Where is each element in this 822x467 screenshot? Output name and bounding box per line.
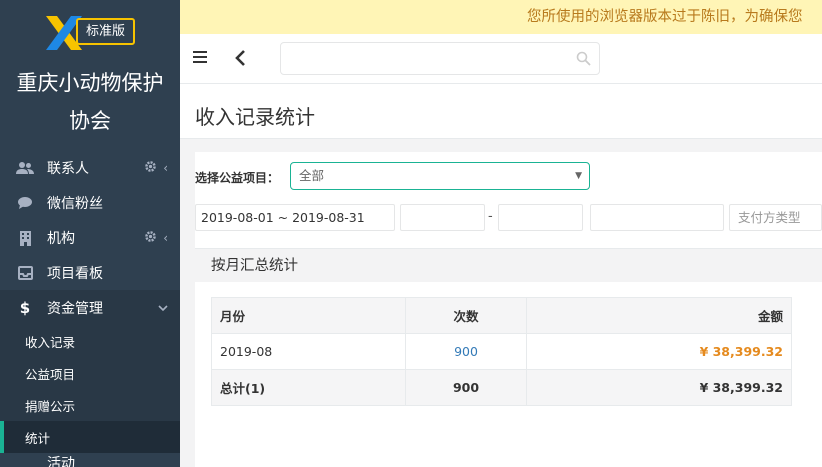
chat-bubble-icon <box>16 194 34 212</box>
sidebar-subitem-donation-publicity[interactable]: 捐赠公示 <box>0 389 180 421</box>
org-name: 重庆小动物保护 协会 <box>0 64 180 140</box>
sidebar-item-fund-management[interactable]: $ 资金管理 <box>0 290 180 325</box>
sidebar-item-label: 联系人 <box>47 160 89 177</box>
brand-logo: 标准版 <box>44 14 144 52</box>
cell-month: 2019-08 <box>211 333 406 370</box>
back-arrow-icon[interactable] <box>233 49 249 67</box>
sidebar-menu: 联系人 ‹ 微信粉丝 机构 ‹ 项目看板 $ 资金管理 收入记录 公益项目 捐赠… <box>0 150 180 467</box>
search-input[interactable] <box>281 43 561 74</box>
inbox-icon <box>16 264 34 282</box>
sidebar-item-label: 微信粉丝 <box>47 195 103 212</box>
total-label: 总计(1) <box>211 369 406 406</box>
caret-down-icon: ▼ <box>575 171 582 181</box>
amount-value: ¥ 38,399.32 <box>699 344 783 359</box>
table-row: 2019-08 900 ¥ 38,399.32 <box>211 333 792 370</box>
top-navbar <box>180 34 822 84</box>
org-name-line2: 协会 <box>69 109 111 133</box>
table-total-row: 总计(1) 900 ¥ 38,399.32 <box>211 369 792 406</box>
chevron-left-icon: ‹ <box>163 230 168 245</box>
browser-outdated-notice: 您所使用的浏览器版本过于陈旧，为确保您 <box>180 0 822 34</box>
edition-badge: 标准版 <box>76 18 136 45</box>
sidebar: 标准版 重庆小动物保护 协会 联系人 ‹ 微信粉丝 机构 ‹ 项目看板 $ 资金… <box>0 0 180 467</box>
cell-count-link[interactable]: 900 <box>405 333 527 370</box>
sidebar-item-organization[interactable]: 机构 ‹ <box>0 220 180 255</box>
project-select[interactable]: 全部 ▼ <box>290 162 590 190</box>
sidebar-subitem-statistics[interactable]: 统计 <box>0 421 180 453</box>
project-filter-row: 选择公益项目： 全部 ▼ <box>195 162 822 192</box>
payer-type-select[interactable]: 支付方类型 <box>729 204 822 231</box>
column-header-month: 月份 <box>211 297 406 334</box>
total-amount: ¥ 38,399.32 <box>526 369 792 406</box>
page-heading: 收入记录统计 <box>180 84 822 139</box>
table-header-row: 月份 次数 金额 <box>211 297 792 334</box>
cell-amount: ¥ 38,399.32 <box>526 333 792 370</box>
sidebar-item-label: 资金管理 <box>47 300 103 317</box>
org-name-line1: 重庆小动物保护 <box>16 71 164 95</box>
monthly-stats-table: 月份 次数 金额 2019-08 900 ¥ 38,399.32 总计(1) 9… <box>211 297 792 406</box>
page-title: 收入记录统计 <box>195 105 315 129</box>
sidebar-item-contacts[interactable]: 联系人 ‹ <box>0 150 180 185</box>
chevron-left-icon: ‹ <box>163 160 168 175</box>
monthly-summary-panel: 按月汇总统计 月份 次数 金额 2019-08 900 ¥ 38,399.32 … <box>195 248 822 467</box>
main-content: 选择公益项目： 全部 ▼ 2019-08-01 ~ 2019-08-31 - 支… <box>195 152 822 467</box>
users-icon <box>16 159 34 177</box>
amount-min-input[interactable] <box>400 204 485 231</box>
sidebar-item-project-board[interactable]: 项目看板 <box>0 255 180 290</box>
sidebar-item-label: 项目看板 <box>47 265 103 282</box>
dollar-icon: $ <box>19 298 31 317</box>
date-range-input[interactable]: 2019-08-01 ~ 2019-08-31 <box>195 204 395 231</box>
keyword-input[interactable] <box>590 204 724 231</box>
sidebar-item-activities[interactable]: 活动 <box>0 453 180 467</box>
project-select-value: 全部 <box>299 168 325 183</box>
sidebar-subitem-charity-projects[interactable]: 公益项目 <box>0 357 180 389</box>
date-filter-row: 2019-08-01 ~ 2019-08-31 - 支付方类型 <box>195 204 822 232</box>
sidebar-item-wechat-fans[interactable]: 微信粉丝 <box>0 185 180 220</box>
gear-icon <box>144 160 157 176</box>
fund-submenu: 收入记录 公益项目 捐赠公示 统计 <box>0 325 180 453</box>
column-header-amount: 金额 <box>526 297 792 334</box>
sidebar-subitem-income-records[interactable]: 收入记录 <box>0 325 180 357</box>
sidebar-item-label: 机构 <box>47 230 75 247</box>
amount-max-input[interactable] <box>498 204 583 231</box>
search-box <box>280 42 600 75</box>
project-filter-label: 选择公益项目： <box>195 171 280 185</box>
gear-icon <box>144 230 157 246</box>
count-link[interactable]: 900 <box>454 344 478 359</box>
panel-title: 按月汇总统计 <box>195 248 822 282</box>
total-count: 900 <box>405 369 527 406</box>
chevron-down-icon <box>158 301 168 315</box>
hamburger-menu-icon[interactable] <box>193 51 207 63</box>
column-header-count: 次数 <box>405 297 527 334</box>
building-icon <box>16 229 34 247</box>
sidebar-item-label: 活动 <box>47 456 75 467</box>
menu-item-icon <box>16 454 34 467</box>
search-icon[interactable] <box>576 51 591 66</box>
range-dash: - <box>488 209 493 224</box>
